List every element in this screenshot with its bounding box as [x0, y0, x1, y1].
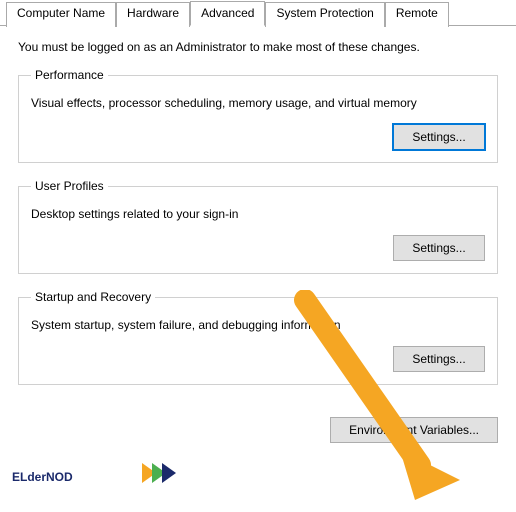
user-profiles-group: User Profiles Desktop settings related t…: [18, 179, 498, 274]
logo-triangle-navy-icon: [162, 463, 176, 483]
admin-notice: You must be logged on as an Administrato…: [18, 40, 498, 54]
performance-desc: Visual effects, processor scheduling, me…: [31, 92, 485, 124]
logo-text-nod: NOD: [46, 470, 73, 484]
performance-legend: Performance: [31, 68, 108, 82]
svg-text:ELderNOD: ELderNOD: [12, 470, 73, 484]
tab-computer-name[interactable]: Computer Name: [6, 2, 116, 27]
startup-settings-button[interactable]: Settings...: [393, 346, 485, 372]
tab-remote[interactable]: Remote: [385, 2, 449, 27]
user-profiles-desc: Desktop settings related to your sign-in: [31, 203, 485, 235]
user-profiles-settings-button[interactable]: Settings...: [393, 235, 485, 261]
startup-legend: Startup and Recovery: [31, 290, 155, 304]
tab-system-protection[interactable]: System Protection: [265, 2, 384, 27]
user-profiles-legend: User Profiles: [31, 179, 108, 193]
startup-desc: System startup, system failure, and debu…: [31, 314, 485, 346]
startup-recovery-group: Startup and Recovery System startup, sys…: [18, 290, 498, 385]
tab-content-advanced: You must be logged on as an Administrato…: [0, 26, 516, 415]
performance-settings-button[interactable]: Settings...: [393, 124, 485, 150]
eldernode-logo: ELderNOD: [12, 455, 177, 494]
performance-group: Performance Visual effects, processor sc…: [18, 68, 498, 163]
tab-hardware[interactable]: Hardware: [116, 2, 190, 27]
tab-advanced[interactable]: Advanced: [190, 1, 265, 26]
logo-text-elder: ELder: [12, 470, 46, 484]
tab-row: Computer Name Hardware Advanced System P…: [0, 0, 516, 26]
environment-variables-button[interactable]: Environment Variables...: [330, 417, 498, 443]
